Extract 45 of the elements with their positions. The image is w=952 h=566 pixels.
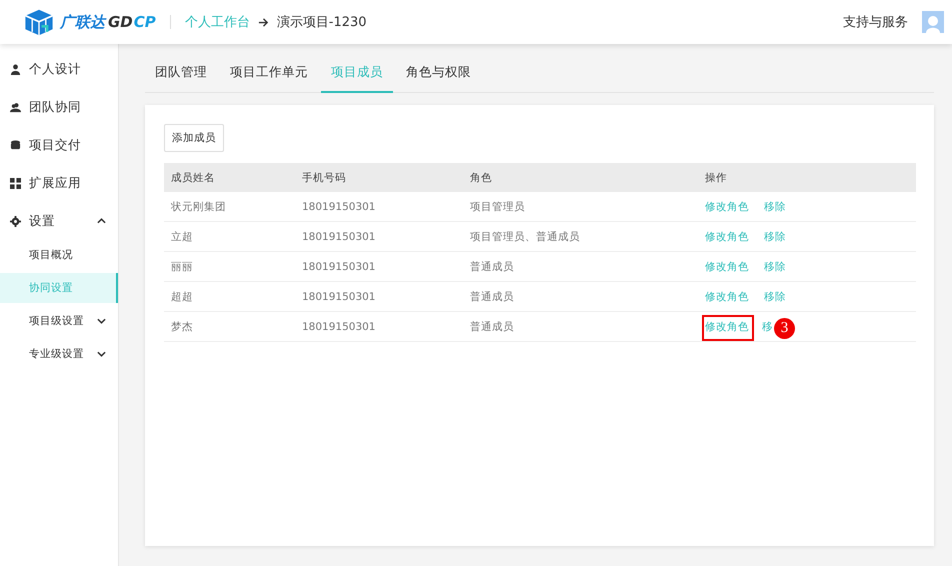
grid-icon [10, 178, 21, 188]
tab[interactable]: 角色与权限 [396, 64, 481, 93]
table-cell: 18019150301 [302, 230, 376, 242]
table-cell: 18019150301 [302, 200, 376, 212]
tab[interactable]: 项目工作单元 [220, 64, 318, 93]
column-header: 手机号码 [302, 172, 346, 184]
sidebar-subitem[interactable]: 项目级设置 [0, 306, 118, 336]
table-cell: 普通成员 [470, 260, 514, 272]
table-cell: 状元刚集团 [171, 200, 226, 212]
stack-icon [10, 140, 21, 150]
column-header: 角色 [470, 172, 492, 184]
sidebar-subitem[interactable]: 项目概况 [0, 240, 118, 270]
sidebar-item[interactable]: 扩展应用 [0, 164, 118, 202]
sidebar-item[interactable]: 个人设计 [0, 50, 118, 88]
arrow-right-icon [258, 16, 269, 28]
table-cell: 项目管理员、普通成员 [470, 230, 580, 242]
table-cell: 立超 [171, 230, 193, 242]
sidebar-item[interactable]: 团队协同 [0, 88, 118, 126]
user-icon [10, 64, 21, 74]
table-cell: 超超 [171, 290, 193, 302]
step-badge: 3 [774, 318, 795, 339]
logo-icon [22, 8, 56, 36]
column-header: 成员姓名 [171, 172, 215, 184]
table-cell: 项目管理员 [470, 200, 525, 212]
logo-text: CP [134, 13, 156, 31]
avatar-icon[interactable] [922, 11, 944, 33]
sidebar-item[interactable]: 设置 [0, 202, 118, 240]
table-cell: 18019150301 [302, 260, 376, 272]
settings-icon [10, 216, 21, 226]
logo-text: 广联达 [60, 12, 105, 32]
people-icon [10, 102, 21, 112]
breadcrumb-link[interactable]: 演示项目-1230 [276, 13, 367, 31]
tab[interactable]: 团队管理 [145, 64, 217, 93]
logo-text: GD [108, 13, 133, 31]
column-header: 操作 [705, 172, 727, 184]
table-cell: 普通成员 [470, 290, 514, 302]
add-member-button[interactable]: 添加成员 [164, 124, 224, 152]
table-cell: 18019150301 [302, 290, 376, 302]
table-cell: 丽丽 [171, 260, 193, 272]
sidebar-subitem[interactable]: 专业级设置 [0, 339, 118, 369]
table-cell: 普通成员 [470, 320, 514, 332]
sidebar-item[interactable]: 项目交付 [0, 126, 118, 164]
support-link[interactable]: 支持与服务 [843, 13, 908, 31]
table-cell: 梦杰 [171, 320, 193, 332]
table-cell: 18019150301 [302, 320, 376, 332]
